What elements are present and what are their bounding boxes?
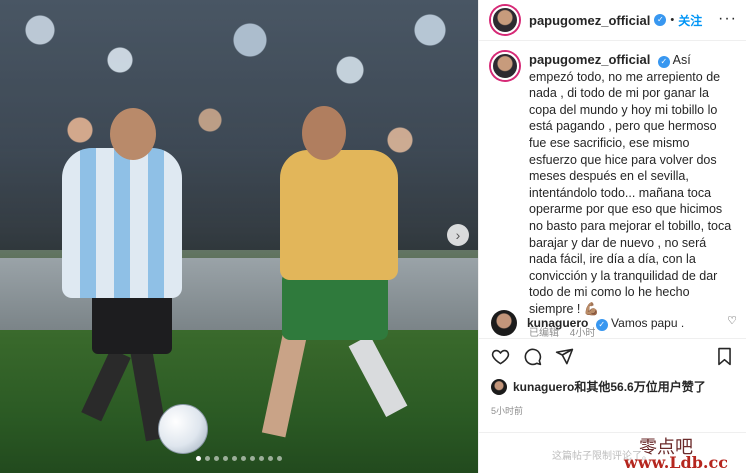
carousel-dot [277,456,282,461]
player-left-head [110,108,156,160]
carousel-dot [259,456,264,461]
player-left-shorts [92,292,172,354]
follow-button[interactable]: 关注 [678,12,702,29]
caption-text: Así empezó todo, no me arrepiento de nad… [529,53,732,316]
player-right-jersey [280,150,398,280]
likes-summary[interactable]: kunaguero和其他56.6万位用户赞了 [491,378,706,395]
comment-icon[interactable] [523,347,542,369]
comment-row: kunaguero ✓ Vamos papu . ♡ [491,310,737,336]
avatar[interactable] [491,310,517,336]
heart-icon[interactable] [491,347,510,369]
carousel-dot [250,456,255,461]
separator-dot: • [670,14,675,26]
carousel-dot [214,456,219,461]
post-photo[interactable]: › [0,0,478,473]
comment-footer: 这篇帖子限制评论了。 零点吧 www.Ldb.cc [479,432,746,473]
football [158,404,208,454]
avatar[interactable] [491,52,519,80]
watermark-url: www.Ldb.cc [624,453,728,472]
carousel-dots [0,456,478,461]
comment-username[interactable]: kunaguero [527,316,588,330]
post-time[interactable]: 5小时前 [491,404,523,417]
action-bar [479,338,746,372]
player-right-head [302,106,346,160]
caption: papugomez_official ✓ Así empezó todo, no… [491,52,737,342]
bookmark-icon[interactable] [716,347,733,369]
pitch [0,330,478,473]
chevron-right-icon[interactable]: › [447,224,469,246]
verified-icon: ✓ [595,318,608,331]
likes-text: kunaguero和其他56.6万位用户赞了 [513,380,706,394]
player-right-shorts [282,272,388,340]
post-header: papugomez_official ✓ • 关注 ··· [479,0,746,41]
send-icon[interactable] [555,347,574,369]
verified-icon: ✓ [654,14,667,26]
carousel-dot [223,456,228,461]
post-username[interactable]: papugomez_official [529,13,650,28]
caption-username[interactable]: papugomez_official [529,52,650,67]
comment-like-icon[interactable]: ♡ [727,314,737,327]
carousel-dot [241,456,246,461]
carousel-dot [205,456,210,461]
post-sidebar: papugomez_official ✓ • 关注 ··· papugomez_… [478,0,746,473]
comment-text: Vamos papu . [611,315,685,330]
more-options-icon[interactable]: ··· [718,10,737,28]
avatar [491,378,507,395]
carousel-dot [232,456,237,461]
verified-icon: ✓ [657,56,670,68]
player-left-jersey [62,148,182,298]
carousel-dot [196,456,201,461]
avatar[interactable] [491,6,519,34]
carousel-dot [268,456,273,461]
